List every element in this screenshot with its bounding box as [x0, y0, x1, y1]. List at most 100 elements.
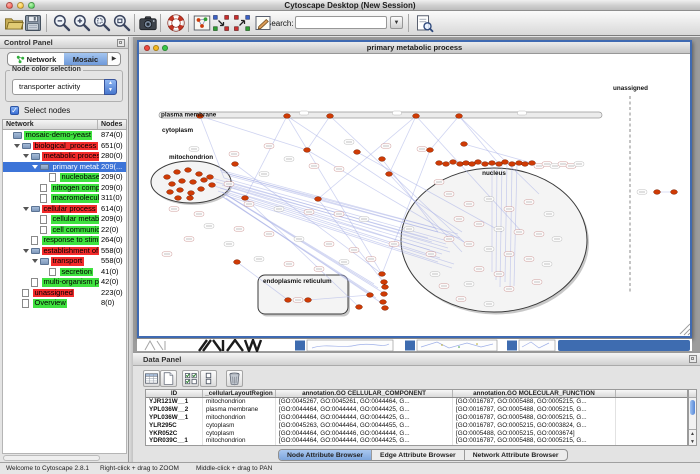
network-node[interactable] — [305, 298, 312, 303]
zoom-fit-button[interactable] — [112, 13, 132, 33]
apply-layout-2-button[interactable] — [232, 13, 252, 33]
network-node[interactable] — [382, 285, 389, 290]
table-vertical-scrollbar[interactable]: ▲▼ — [688, 389, 697, 446]
scrollbar-thumb[interactable] — [690, 400, 695, 415]
network-node[interactable] — [177, 188, 184, 193]
tree-row[interactable]: primary metabo209(... — [3, 162, 126, 173]
network-node[interactable] — [381, 280, 388, 285]
tree-row[interactable]: mosaic-demo-yeast874(0) — [3, 130, 126, 141]
network-node[interactable] — [443, 162, 450, 167]
network-node[interactable] — [522, 162, 529, 167]
tab-network-attribute-browser[interactable]: Network Attribute Browser — [465, 450, 567, 460]
table-row[interactable]: YLR295Ccytoplasm[GO:0045263, GO:0044464,… — [146, 422, 687, 430]
table-row[interactable]: YKR052Ccytoplasm[GO:0044464, GO:0044446,… — [146, 430, 687, 438]
attribute-select-button[interactable] — [182, 370, 199, 387]
table-row[interactable]: YPL036W__1mitochondrion[GO:0044464, GO:0… — [146, 414, 687, 422]
tab-mosaic[interactable]: Mosaic — [64, 53, 107, 65]
network-node[interactable] — [502, 160, 509, 165]
network-node[interactable] — [654, 190, 661, 195]
search-options-button[interactable] — [253, 13, 273, 33]
attribute-delete-button[interactable] — [226, 370, 243, 387]
network-node[interactable] — [380, 300, 387, 305]
network-node[interactable] — [367, 293, 374, 298]
tree-row[interactable]: cell communicat22(0) — [3, 225, 126, 236]
node-color-select[interactable]: transporter activity ▲▼ — [12, 79, 117, 95]
network-node[interactable] — [457, 162, 464, 167]
combo-stepper-icon[interactable]: ▲▼ — [104, 79, 117, 95]
column-header[interactable]: _cellularLayoutRegion — [203, 390, 276, 397]
network-node[interactable] — [463, 161, 470, 166]
network-node[interactable] — [201, 178, 208, 183]
network-node[interactable] — [516, 161, 523, 166]
view-zoom-button[interactable] — [162, 45, 168, 51]
network-node[interactable] — [174, 170, 181, 175]
tree-expander-icon[interactable] — [32, 165, 38, 169]
float-panel-icon[interactable] — [117, 39, 125, 47]
network-node[interactable] — [207, 175, 214, 180]
column-header[interactable]: annotation.GO MOLECULAR_FUNCTION — [453, 390, 616, 397]
tree-expander-icon[interactable] — [23, 249, 29, 253]
tree-row[interactable]: unassigned223(0) — [3, 288, 126, 299]
table-row[interactable]: YDR039C__1mitochondrion[GO:0044464, GO:0… — [146, 437, 687, 445]
network-node[interactable] — [529, 161, 536, 166]
network-node[interactable] — [185, 168, 192, 173]
table-row[interactable]: YJR121W__1mitochondrion[GO:0045267, GO:0… — [146, 398, 687, 406]
network-node[interactable] — [164, 175, 171, 180]
tree-row[interactable]: response to stimulu264(0) — [3, 235, 126, 246]
search-input[interactable] — [295, 16, 387, 29]
network-node[interactable] — [489, 161, 496, 166]
network-node[interactable] — [304, 148, 311, 153]
tree-row[interactable]: transport558(0) — [3, 256, 126, 267]
network-node[interactable] — [284, 114, 291, 119]
tree-horizontal-scrollbar[interactable] — [3, 455, 100, 461]
tab-overflow-arrow[interactable]: ▶ — [107, 53, 120, 65]
table-row[interactable]: YPL036W__2plasma membrane[GO:0044464, GO… — [146, 406, 687, 414]
resize-grip-icon[interactable] — [680, 324, 690, 335]
tree-row[interactable]: secretion41(0) — [3, 267, 126, 278]
tree-row[interactable]: biological_process651(0) — [3, 141, 126, 152]
network-node[interactable] — [327, 114, 334, 119]
network-node[interactable] — [167, 190, 174, 195]
column-header[interactable]: annotation.GO CELLULAR_COMPONENT — [276, 390, 453, 397]
tree-row[interactable]: nitrogen compo209(0) — [3, 183, 126, 194]
tab-network[interactable]: Network — [8, 53, 64, 65]
network-node[interactable] — [196, 172, 203, 177]
network-node[interactable] — [509, 162, 516, 167]
network-node[interactable] — [450, 160, 457, 165]
tab-node-attribute-browser[interactable]: Node Attribute Browser — [279, 450, 372, 460]
zoom-out-button[interactable] — [52, 13, 72, 33]
network-node[interactable] — [234, 260, 241, 265]
network-node[interactable] — [285, 298, 292, 303]
network-node[interactable] — [209, 183, 216, 188]
tree-row[interactable]: macromolecule311(0) — [3, 193, 126, 204]
network-node[interactable] — [232, 162, 239, 167]
network-node[interactable] — [382, 306, 389, 311]
network-node[interactable] — [242, 196, 249, 201]
view-close-button[interactable] — [144, 45, 150, 51]
network-node[interactable] — [315, 197, 322, 202]
tree-expander-icon[interactable] — [14, 144, 20, 148]
tree-row[interactable]: cellular process614(0) — [3, 204, 126, 215]
network-node[interactable] — [461, 142, 468, 147]
view-minimize-button[interactable] — [153, 45, 159, 51]
network-node[interactable] — [456, 114, 463, 119]
float-panel-icon[interactable] — [689, 355, 697, 363]
tree-expander-icon[interactable] — [23, 154, 29, 158]
network-node[interactable] — [179, 179, 186, 184]
tree-column-nodes[interactable]: Nodes — [101, 121, 122, 128]
network-canvas[interactable]: plasma membranecytoplasmmitochondrionnuc… — [139, 54, 690, 336]
network-node[interactable] — [482, 162, 489, 167]
network-node[interactable] — [436, 161, 443, 166]
search-dropdown-arrow-icon[interactable]: ▼ — [390, 16, 403, 29]
tree-row[interactable]: metabolic process280(0) — [3, 151, 126, 162]
network-node[interactable] — [175, 196, 182, 201]
tree-row[interactable]: establishment of lo558(0) — [3, 246, 126, 257]
network-node[interactable] — [386, 172, 393, 177]
network-node[interactable] — [475, 160, 482, 165]
tab-edge-attribute-browser[interactable]: Edge Attribute Browser — [372, 450, 465, 460]
network-view-titlebar[interactable]: primary metabolic process — [139, 42, 690, 54]
zoom-selected-button[interactable] — [92, 13, 112, 33]
network-node[interactable] — [354, 150, 361, 155]
tree-expander-icon[interactable] — [32, 259, 38, 263]
network-node[interactable] — [356, 305, 363, 310]
